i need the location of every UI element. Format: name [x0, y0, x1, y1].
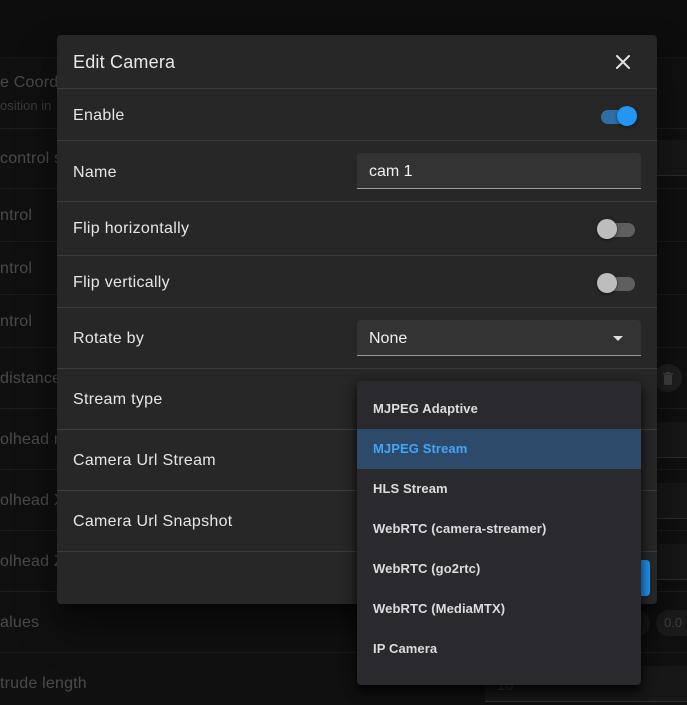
menu-item-ip-camera[interactable]: IP Camera	[357, 629, 641, 669]
enable-switch[interactable]	[599, 106, 637, 126]
row-flip-vertically: Flip vertically	[57, 255, 657, 308]
flip-vertically-switch[interactable]	[597, 273, 635, 293]
menu-item-mjpeg-adaptive[interactable]: MJPEG Adaptive	[357, 389, 641, 429]
menu-item-mjpeg-stream[interactable]: MJPEG Stream	[357, 429, 641, 469]
name-label: Name	[73, 164, 117, 181]
dialog-title: Edit Camera	[73, 52, 176, 72]
close-button[interactable]	[611, 50, 635, 74]
flip-vertically-label: Flip vertically	[73, 274, 170, 291]
camera-url-snapshot-label: Camera Url Snapshot	[73, 513, 233, 530]
menu-item-webrtc-go2rtc[interactable]: WebRTC (go2rtc)	[357, 549, 641, 589]
row-rotate-by: Rotate by None	[57, 307, 657, 369]
flip-horizontally-switch[interactable]	[597, 219, 635, 239]
close-icon	[616, 55, 630, 69]
rotate-by-select[interactable]: None	[357, 320, 641, 356]
menu-item-webrtc-mediamtx[interactable]: WebRTC (MediaMTX)	[357, 589, 641, 629]
enable-label: Enable	[73, 107, 125, 124]
name-input[interactable]: cam 1	[357, 153, 641, 189]
flip-horizontally-label: Flip horizontally	[73, 220, 190, 237]
row-flip-horizontally: Flip horizontally	[57, 201, 657, 255]
camera-url-stream-label: Camera Url Stream	[73, 452, 216, 469]
menu-item-hls-stream[interactable]: HLS Stream	[357, 469, 641, 509]
menu-item-webrtc-camera-streamer[interactable]: WebRTC (camera-streamer)	[357, 509, 641, 549]
chevron-down-icon	[613, 336, 623, 341]
row-name: Name cam 1	[57, 140, 657, 202]
row-enable: Enable	[57, 88, 657, 141]
stream-type-label: Stream type	[73, 391, 163, 408]
rotate-by-value: None	[369, 330, 408, 347]
rotate-by-label: Rotate by	[73, 330, 145, 347]
stream-type-menu: MJPEG Adaptive MJPEG Stream HLS Stream W…	[357, 381, 641, 685]
save-button[interactable]	[640, 560, 650, 596]
name-value: cam 1	[369, 163, 413, 180]
